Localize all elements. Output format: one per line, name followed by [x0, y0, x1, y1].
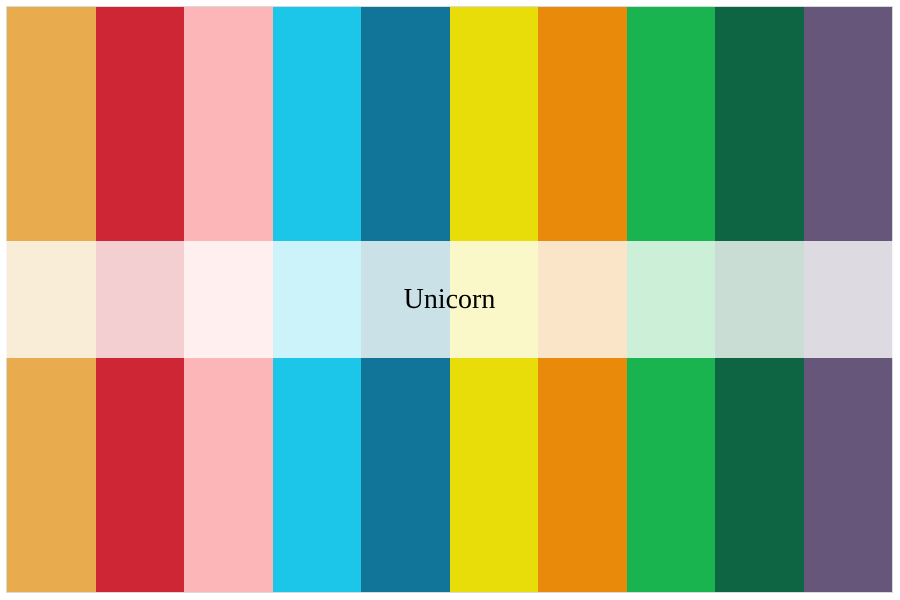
palette-name: Unicorn	[403, 283, 496, 315]
palette-label-band: Unicorn	[6, 241, 893, 358]
